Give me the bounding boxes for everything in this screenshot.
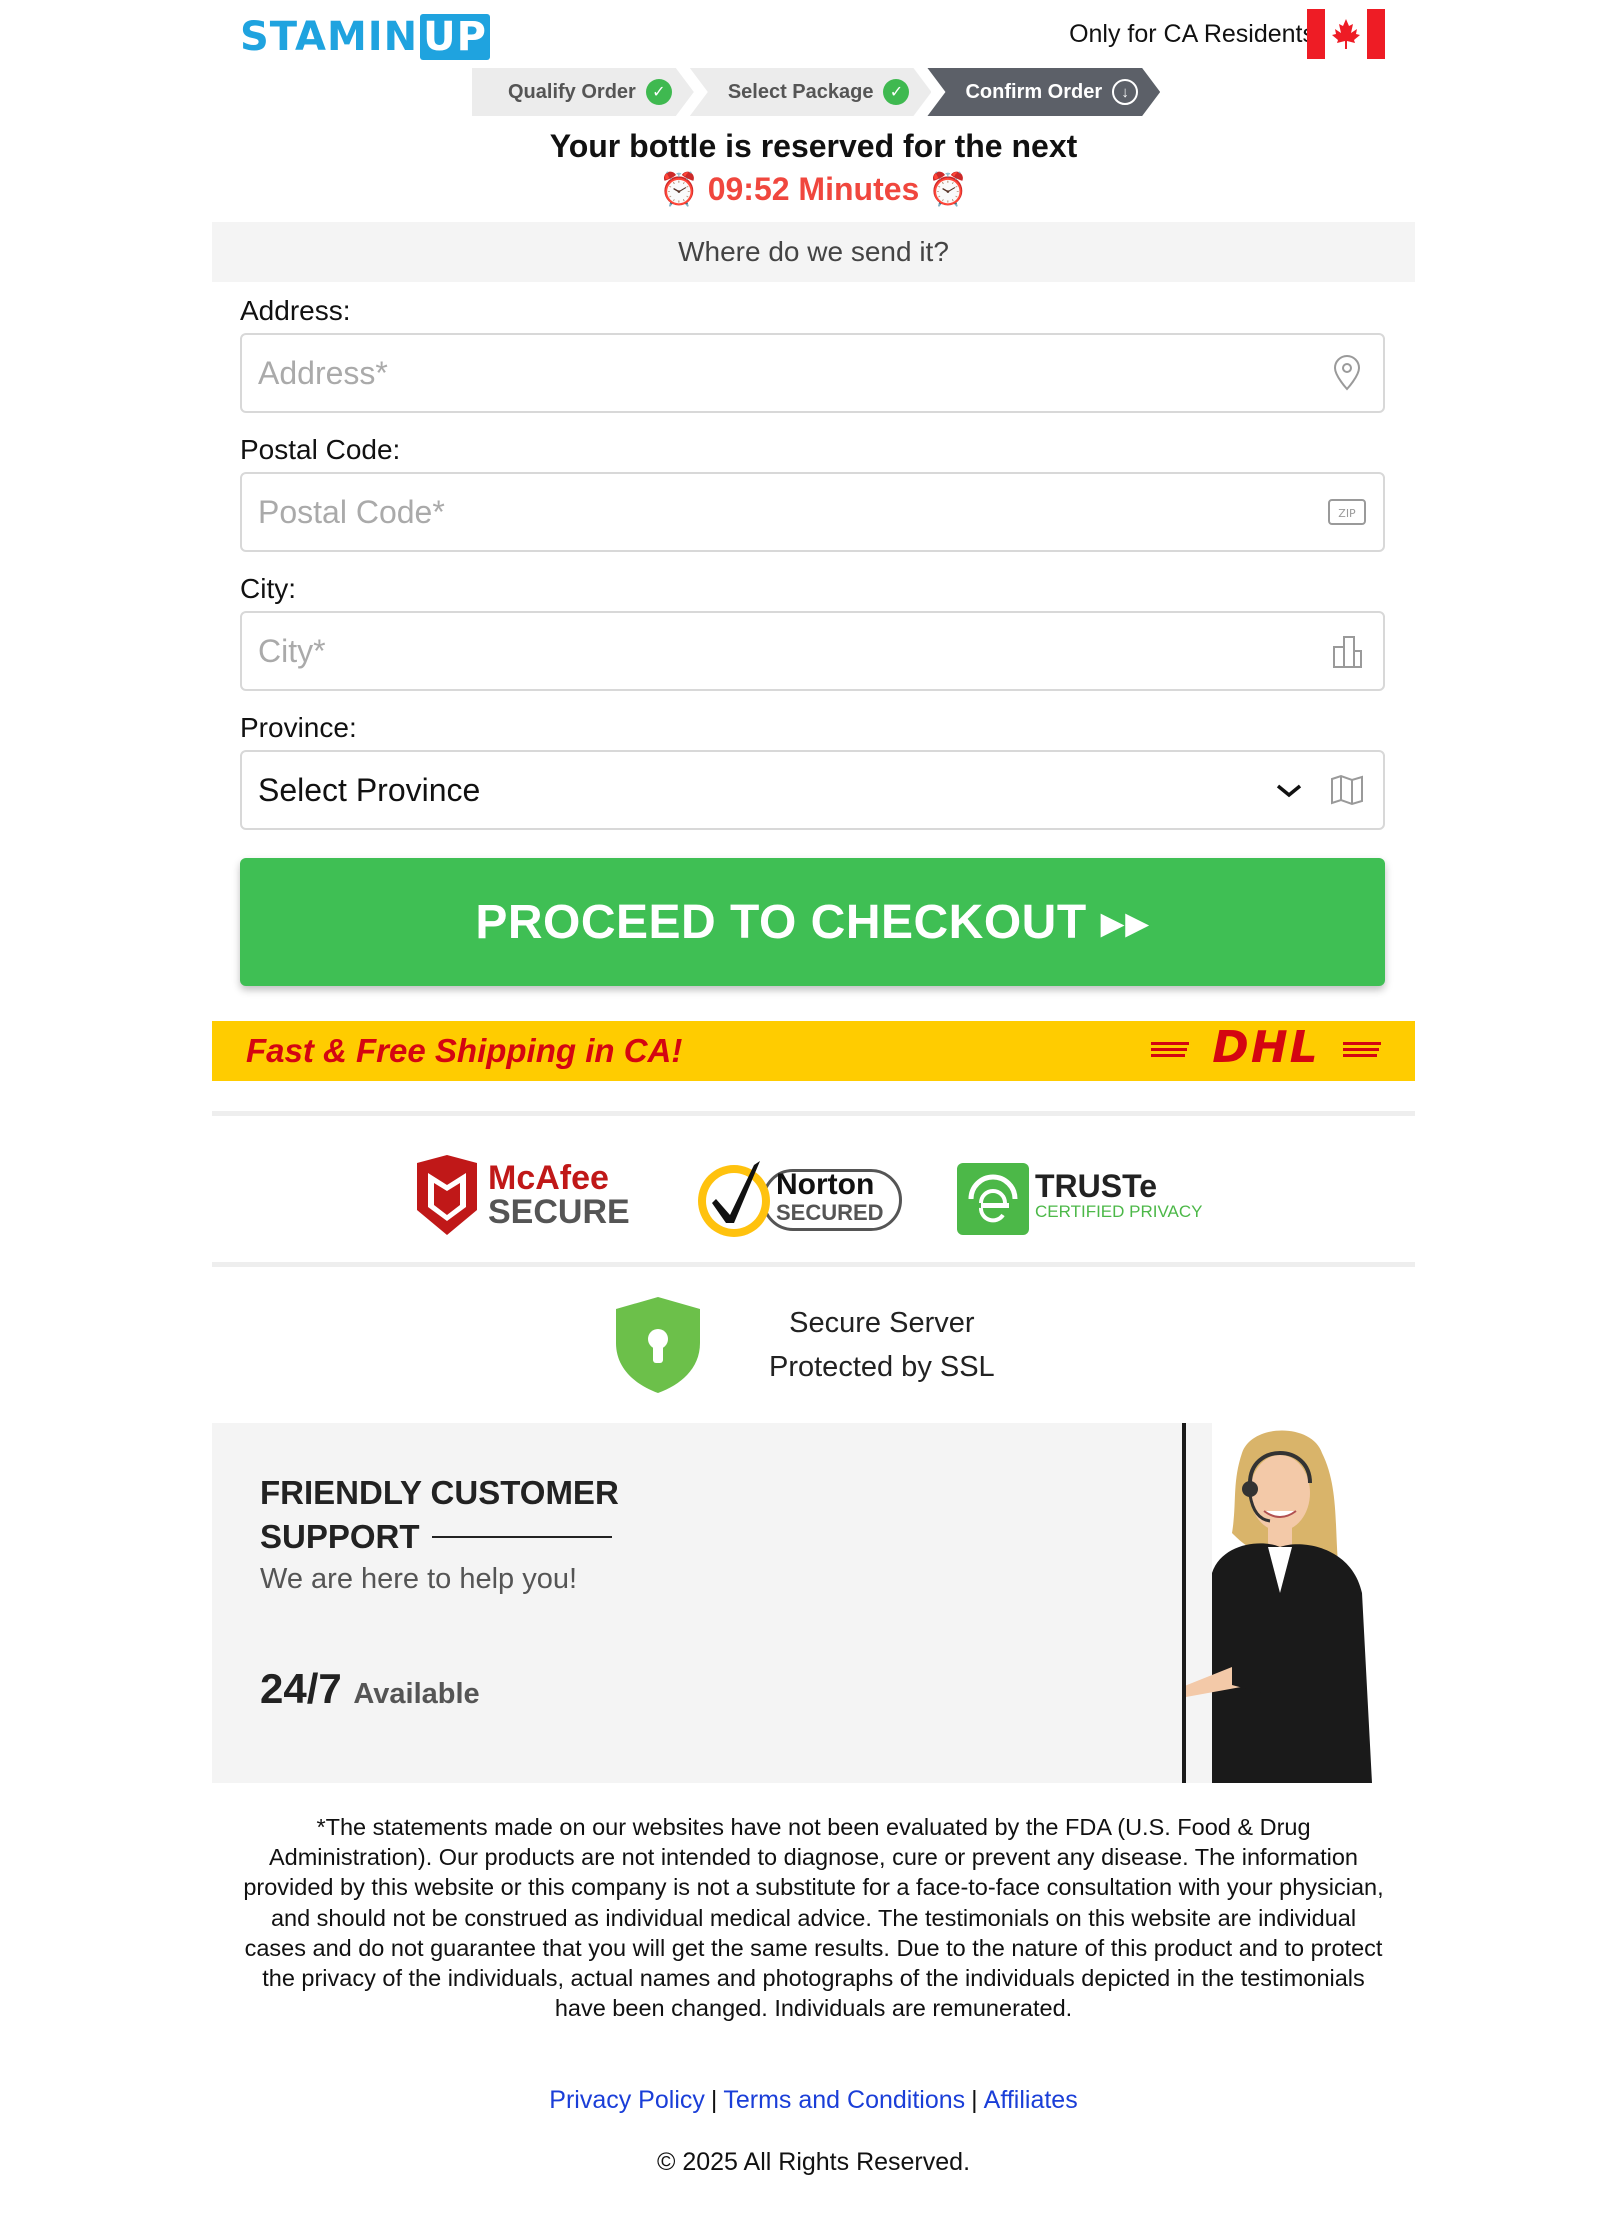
truste-certified-badge: TRUSTe CERTIFIED PRIVACY [957, 1163, 1203, 1235]
step-label: Qualify Order [508, 80, 636, 103]
divider [212, 1111, 1415, 1116]
staminup-logo[interactable]: STAMIN UP [240, 14, 490, 60]
shipping-banner: Fast & Free Shipping in CA! DHL [212, 1021, 1415, 1081]
postal-code-label: Postal Code: [240, 434, 401, 465]
city-label: City: [240, 573, 296, 604]
terms-link[interactable]: Terms and Conditions [723, 2086, 965, 2114]
shipping-form-heading: Where do we send it? [212, 222, 1415, 282]
step-qualify-order: Qualify Order ✓ [472, 68, 694, 116]
support-hours: 24/7 [260, 1665, 342, 1712]
province-select[interactable]: Select Province [240, 750, 1385, 830]
step-label: Select Package [727, 80, 874, 103]
province-label: Province: [240, 712, 357, 743]
mcafee-title: McAfee [488, 1159, 609, 1197]
city-buildings-icon [1327, 631, 1367, 671]
logo-text: STAMIN [240, 14, 419, 60]
mcafee-shield-icon [417, 1155, 477, 1235]
mcafee-secure-badge: McAfee SECURE [412, 1155, 630, 1235]
province-selected-value: Select Province [258, 771, 481, 808]
support-underline [432, 1536, 612, 1538]
truste-title: TRUSTe [1035, 1168, 1158, 1204]
zip-icon: ZIP [1327, 492, 1367, 532]
city-input[interactable] [258, 632, 1327, 670]
support-subtitle: We are here to help you! [260, 1563, 578, 1595]
trust-badges: McAfee SECURE Norton SECURED TRUSTe CERT… [212, 1155, 1415, 1240]
support-hours-suffix: Available [353, 1678, 480, 1710]
svg-text:ZIP: ZIP [1338, 507, 1356, 520]
truste-logo-icon [957, 1163, 1029, 1235]
link-separator: | [971, 2086, 978, 2114]
map-icon [1327, 770, 1367, 810]
shipping-text: Fast & Free Shipping in CA! [246, 1032, 683, 1069]
canada-flag-icon [1307, 9, 1385, 59]
location-pin-icon [1327, 353, 1367, 393]
mcafee-subtitle: SECURE [488, 1193, 630, 1231]
city-field-wrapper [240, 611, 1385, 691]
check-icon: ✓ [646, 79, 672, 105]
support-agent-image [1182, 1423, 1382, 1783]
copyright: © 2025 All Rights Reserved. [656, 2148, 971, 2176]
logo-up-mark: UP [420, 14, 490, 60]
address-input[interactable] [258, 354, 1327, 392]
truste-subtitle: CERTIFIED PRIVACY [1035, 1202, 1203, 1221]
ssl-line-2: Protected by SSL [769, 1351, 995, 1383]
dhl-wordmark: DHL [1212, 1024, 1319, 1068]
reservation-headline: Your bottle is reserved for the next [549, 128, 1078, 164]
divider [212, 1262, 1415, 1267]
ssl-notice: Secure Server Protected by SSL [612, 1295, 995, 1395]
postal-code-input[interactable] [258, 493, 1327, 531]
chevron-down-icon [1275, 775, 1303, 806]
address-label: Address: [240, 295, 351, 326]
step-label: Confirm Order [965, 80, 1103, 103]
support-title-line-1: FRIENDLY CUSTOMER [260, 1474, 619, 1511]
norton-secured-badge: Norton SECURED [692, 1155, 902, 1239]
check-icon: ✓ [883, 79, 909, 105]
shield-lock-icon [616, 1297, 700, 1393]
checkout-steps: Qualify Order ✓ Select Package ✓ Confirm… [472, 68, 1156, 116]
link-separator: | [710, 2086, 718, 2114]
address-field-wrapper [240, 333, 1385, 413]
fda-disclaimer: *The statements made on our websites hav… [243, 1814, 1384, 2022]
arrow-down-icon: ↓ [1112, 79, 1138, 105]
privacy-policy-link[interactable]: Privacy Policy [549, 2086, 705, 2114]
dhl-logo: DHL [1151, 1022, 1381, 1080]
proceed-to-checkout-button[interactable]: PROCEED TO CHECKOUT ▸▸ [240, 858, 1385, 986]
norton-check-icon [698, 1161, 770, 1237]
support-title: FRIENDLY CUSTOMER SUPPORT [260, 1471, 619, 1559]
affiliates-link[interactable]: Affiliates [984, 2086, 1078, 2114]
footer-links: Privacy Policy | Terms and Conditions | Affi… [212, 2086, 1415, 2115]
step-select-package: Select Package ✓ [690, 68, 932, 116]
support-availability: 24/7 Available [260, 1665, 480, 1713]
countdown-timer: ⏰ 09:52 Minutes ⏰ [658, 171, 969, 207]
ssl-line-1: Secure Server [789, 1307, 975, 1339]
postal-code-field-wrapper: ZIP [240, 472, 1385, 552]
norton-title: Norton [776, 1168, 875, 1201]
residents-notice: Only for CA Residents [1069, 20, 1315, 48]
customer-support-panel: FRIENDLY CUSTOMER SUPPORT We are here to… [212, 1423, 1212, 1783]
norton-subtitle: SECURED [776, 1200, 884, 1225]
step-confirm-order: Confirm Order ↓ [927, 68, 1160, 116]
